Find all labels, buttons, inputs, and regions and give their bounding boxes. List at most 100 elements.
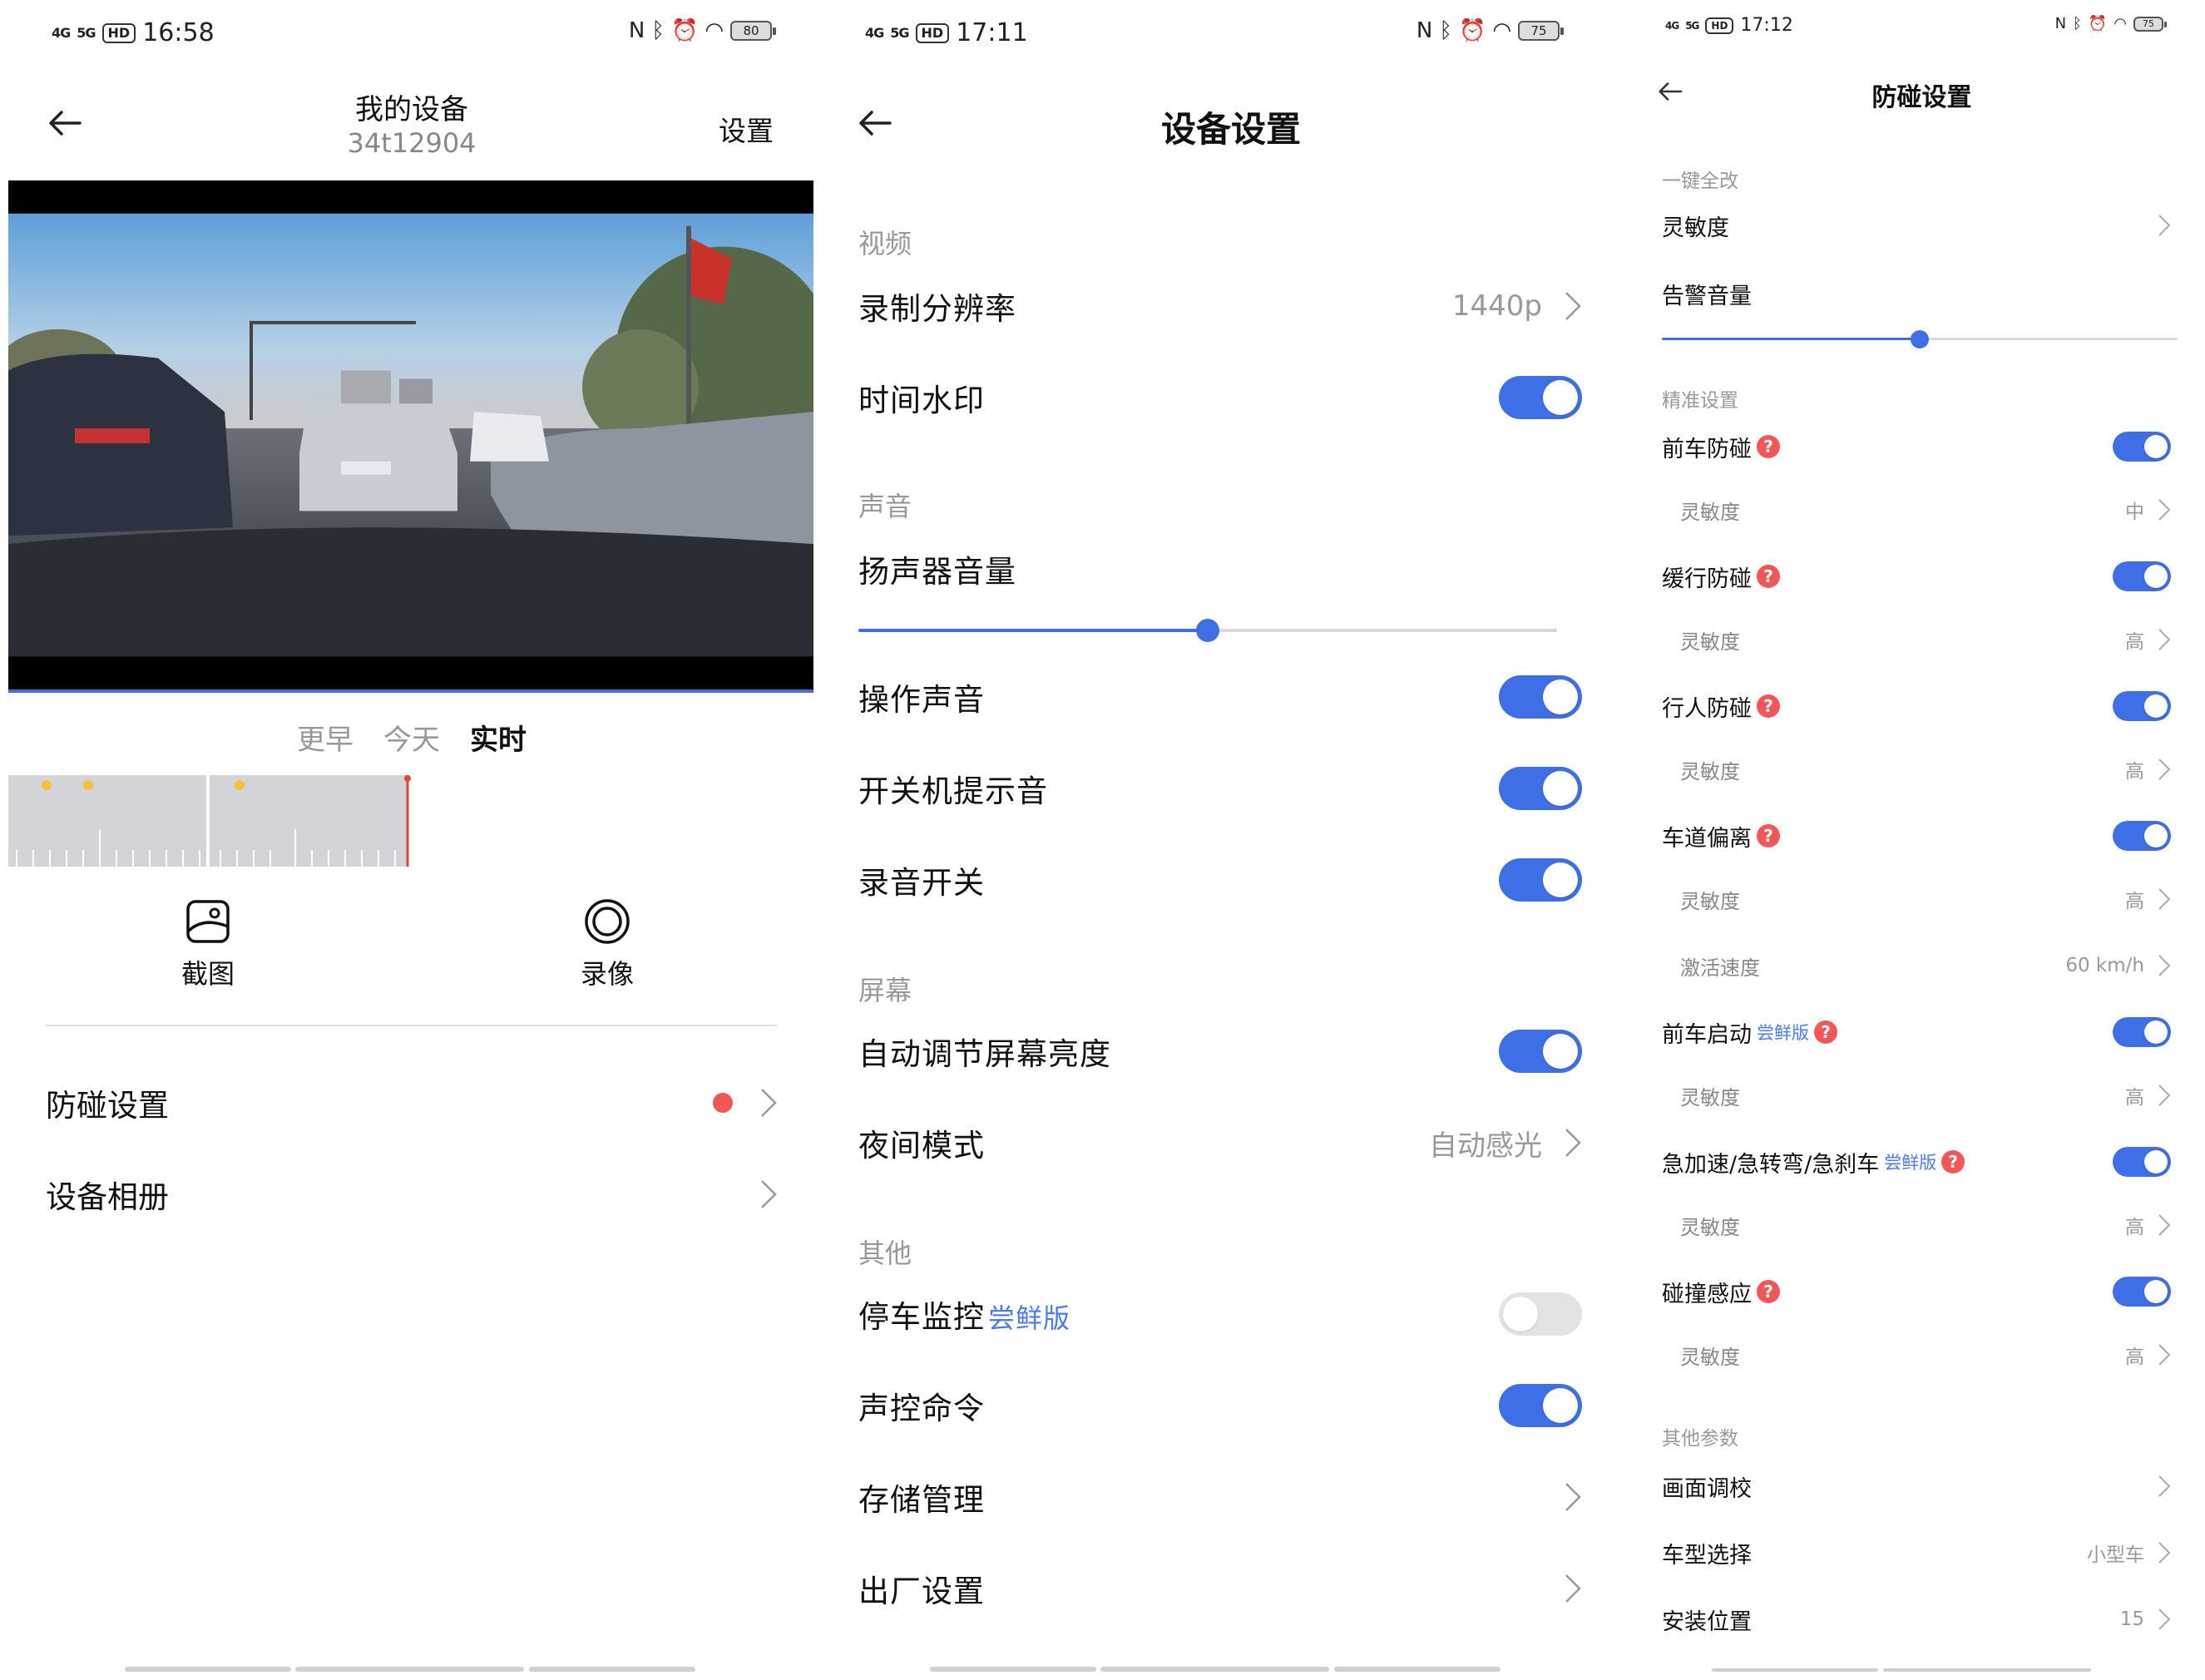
help-icon[interactable]: ?: [1757, 435, 1780, 458]
chevron-right-icon: [2158, 1085, 2171, 1106]
row-label: 扬声器音量: [858, 554, 1016, 590]
screenshot-button[interactable]: 截图: [150, 898, 266, 991]
pedestrian-collision-row: 行人防碰?: [1662, 685, 2171, 727]
chevron-right-icon: [1565, 1129, 1581, 1157]
status-bar: 4G 5G HD 17:11 Ν ᛒ ⏰ ◠ 75: [823, 18, 1639, 57]
section-header-other-params: 其他参数: [1662, 1428, 1738, 1450]
hd-indicator: HD: [915, 22, 950, 43]
chevron-right-icon: [2158, 758, 2171, 780]
record-button[interactable]: 录像: [549, 898, 665, 991]
alarm-icon: ⏰: [2088, 15, 2108, 32]
home-indicator: [1334, 1667, 1500, 1672]
chevron-right-icon: [2158, 1542, 2171, 1564]
battery-icon: 75: [2133, 16, 2167, 32]
wifi-icon: ◠: [705, 18, 724, 43]
alarm-volume-row: 告警音量: [1662, 273, 2171, 314]
night-mode-row[interactable]: 夜间模式 自动感光: [858, 1109, 1582, 1176]
section-header-precise: 精准设置: [1662, 390, 1738, 412]
slow-traffic-collision-toggle[interactable]: [2113, 561, 2171, 591]
my-device-screen: 4G 5G HD 16:58 Ν ᛒ ⏰ ◠ 80 我的设备 34t12904 …: [0, 0, 823, 1680]
help-icon[interactable]: ?: [1757, 824, 1780, 847]
settings-link[interactable]: 设置: [719, 109, 774, 149]
row-label: 出厂设置: [858, 1574, 985, 1609]
row-label: 缓行防碰: [1662, 566, 1752, 592]
factory-reset-row[interactable]: 出厂设置: [858, 1555, 1582, 1622]
row-label: 声控命令: [858, 1391, 985, 1426]
install-position-row[interactable]: 安装位置 15: [1662, 1598, 2171, 1640]
row-label: 激活速度: [1680, 956, 1760, 980]
front-car-start-toggle[interactable]: [2113, 1017, 2171, 1047]
row-label: 时间水印: [858, 383, 985, 418]
lane-departure-toggle[interactable]: [2113, 821, 2171, 851]
watermark-toggle[interactable]: [1499, 376, 1582, 419]
menu-item-device-album[interactable]: 设备相册: [46, 1161, 778, 1228]
help-icon[interactable]: ?: [1757, 565, 1780, 588]
operation-sound-toggle[interactable]: [1499, 675, 1582, 719]
impact-sensing-toggle[interactable]: [2113, 1277, 2171, 1307]
harsh-driving-toggle[interactable]: [2113, 1147, 2171, 1177]
lane-departure-sensitivity-row[interactable]: 灵敏度 高: [1680, 878, 2171, 920]
image-calibration-row[interactable]: 画面调校: [1662, 1465, 2171, 1507]
row-label: 行人防碰: [1662, 695, 1752, 722]
bluetooth-icon: ᛒ: [1439, 18, 1452, 43]
parking-monitor-toggle[interactable]: [1499, 1292, 1582, 1336]
resolution-row[interactable]: 录制分辨率 1440p: [858, 273, 1582, 339]
row-value: 高: [2125, 761, 2144, 783]
row-label: 画面调校: [1662, 1475, 1752, 1502]
pedestrian-collision-sensitivity-row[interactable]: 灵敏度 高: [1680, 749, 2171, 790]
storage-row[interactable]: 存储管理: [858, 1464, 1582, 1530]
chevron-right-icon: [2158, 955, 2171, 976]
voice-command-toggle[interactable]: [1499, 1384, 1582, 1427]
auto-brightness-toggle[interactable]: [1499, 1030, 1582, 1073]
front-car-start-sensitivity-row[interactable]: 灵敏度 高: [1680, 1075, 2171, 1116]
chevron-right-icon: [2158, 1608, 2171, 1630]
tab-live[interactable]: 实时: [470, 717, 527, 758]
live-video-feed[interactable]: [8, 180, 813, 693]
record-audio-row: 录音开关: [858, 847, 1582, 913]
row-label: 告警音量: [1662, 283, 1752, 309]
bluetooth-icon: ᛒ: [2073, 15, 2082, 32]
vehicle-type-row[interactable]: 车型选择 小型车: [1662, 1532, 2171, 1574]
power-sound-toggle[interactable]: [1499, 767, 1582, 810]
row-label: 前车防碰: [1662, 436, 1752, 462]
alarm-volume-slider[interactable]: [1662, 327, 2178, 352]
row-label: 灵敏度: [1680, 889, 1740, 913]
row-value: 1440p: [1451, 289, 1542, 323]
help-icon[interactable]: ?: [1941, 1150, 1965, 1174]
row-label: 灵敏度: [1680, 630, 1740, 654]
parking-monitor-row: 停车监控 尝鲜版: [858, 1281, 1582, 1347]
network-5g-indicator: 5G: [77, 24, 96, 41]
recording-timeline[interactable]: [8, 775, 412, 867]
chevron-right-icon: [761, 1180, 777, 1208]
slow-traffic-collision-sensitivity-row[interactable]: 灵敏度 高: [1680, 619, 2171, 660]
auto-brightness-row: 自动调节屏幕亮度: [858, 1018, 1582, 1085]
impact-sensing-sensitivity-row[interactable]: 灵敏度 高: [1680, 1334, 2171, 1376]
bluetooth-icon: ᛒ: [651, 18, 665, 43]
record-audio-toggle[interactable]: [1499, 858, 1582, 902]
home-indicator: [1883, 1668, 2091, 1672]
status-bar: 4G 5G HD 16:58 Ν ᛒ ⏰ ◠ 80: [0, 18, 823, 57]
harsh-driving-sensitivity-row[interactable]: 灵敏度 高: [1680, 1204, 2171, 1246]
wifi-icon: ◠: [2114, 15, 2127, 32]
help-icon[interactable]: ?: [1757, 1280, 1780, 1303]
chevron-right-icon: [1565, 1483, 1581, 1511]
front-collision-sensitivity-row[interactable]: 灵敏度 中: [1680, 489, 2171, 531]
divider: [46, 1025, 778, 1026]
help-icon[interactable]: ?: [1814, 1020, 1837, 1044]
help-icon[interactable]: ?: [1757, 694, 1780, 718]
tab-earlier[interactable]: 更早: [297, 717, 353, 758]
row-value: 自动感光: [1429, 1129, 1542, 1163]
menu-item-collision-settings[interactable]: 防碰设置: [46, 1070, 778, 1136]
row-value: 中: [2125, 502, 2144, 523]
chevron-right-icon: [2158, 215, 2171, 236]
section-header-other: 其他: [858, 1238, 912, 1269]
tab-today[interactable]: 今天: [383, 717, 440, 758]
speaker-volume-slider[interactable]: [858, 618, 1557, 643]
row-value: 高: [2125, 1217, 2144, 1238]
pedestrian-collision-toggle[interactable]: [2113, 691, 2171, 721]
activation-speed-row[interactable]: 激活速度 60 km/h: [1680, 945, 2171, 986]
home-indicator: [1100, 1667, 1329, 1672]
front-collision-toggle[interactable]: [2113, 432, 2171, 462]
record-icon: [584, 898, 630, 945]
global-sensitivity-row[interactable]: 灵敏度: [1662, 205, 2171, 246]
